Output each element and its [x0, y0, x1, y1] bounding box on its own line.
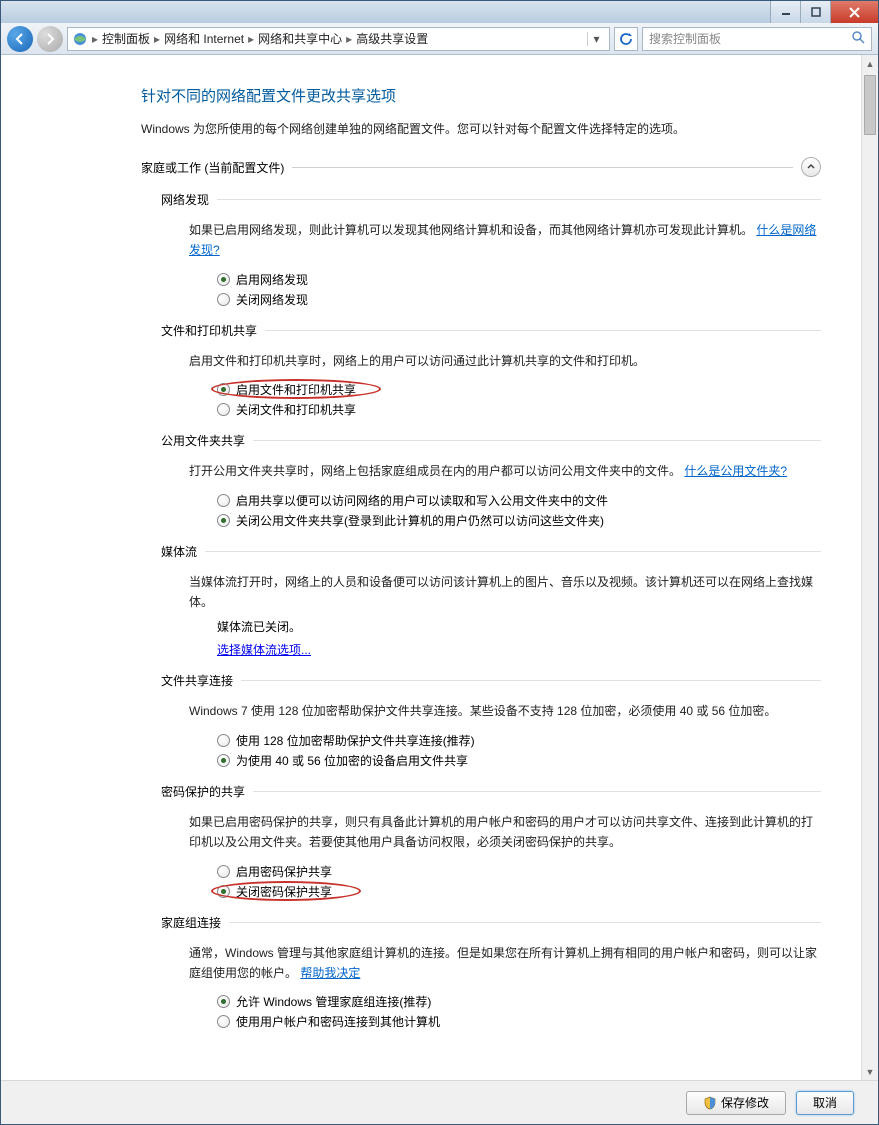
save-label: 保存修改: [721, 1094, 769, 1111]
radio-label: 启用密码保护共享: [236, 863, 332, 880]
section-homegroup: 家庭组连接 通常，Windows 管理与其他家庭组计算机的连接。但是如果您在所有…: [161, 914, 821, 1031]
refresh-button[interactable]: [614, 27, 638, 51]
section-title: 媒体流: [161, 543, 197, 560]
maximize-button[interactable]: [800, 1, 830, 23]
section-title: 文件和打印机共享: [161, 322, 257, 339]
profile-header[interactable]: 家庭或工作 (当前配置文件): [141, 157, 821, 177]
chevron-right-icon: ▸: [246, 32, 256, 46]
radio-password-off[interactable]: [217, 885, 230, 898]
section-media-streaming: 媒体流 当媒体流打开时，网络上的人员和设备便可以访问该计算机上的图片、音乐以及视…: [161, 543, 821, 659]
scroll-down-icon[interactable]: ▼: [862, 1063, 878, 1080]
radio-label: 关闭网络发现: [236, 291, 308, 308]
section-title: 网络发现: [161, 191, 209, 208]
link-what-is-public-folder[interactable]: 什么是公用文件夹?: [684, 464, 787, 478]
section-title: 公用文件夹共享: [161, 432, 245, 449]
scroll-up-icon[interactable]: ▲: [862, 55, 878, 72]
network-icon: [72, 31, 88, 47]
radio-homegroup-manual[interactable]: [217, 1015, 230, 1028]
radio-label: 使用用户帐户和密码连接到其他计算机: [236, 1013, 440, 1030]
section-desc: 如果已启用网络发现，则此计算机可以发现其他网络计算机和设备，而其他网络计算机亦可…: [189, 223, 753, 237]
radio-enc40-56[interactable]: [217, 754, 230, 767]
radio-label: 启用文件和打印机共享: [236, 381, 356, 398]
section-password-protected: 密码保护的共享 如果已启用密码保护的共享，则只有具备此计算机的用户帐户和密码的用…: [161, 783, 821, 900]
radio-homegroup-auto[interactable]: [217, 995, 230, 1008]
footer: 保存修改 取消: [1, 1080, 878, 1124]
radio-enc128[interactable]: [217, 734, 230, 747]
minimize-button[interactable]: [770, 1, 800, 23]
section-title: 文件共享连接: [161, 672, 233, 689]
radio-label: 使用 128 位加密帮助保护文件共享连接(推荐): [236, 732, 475, 749]
chevron-right-icon: ▸: [344, 32, 354, 46]
radio-label: 关闭文件和打印机共享: [236, 401, 356, 418]
radio-label: 关闭密码保护共享: [236, 883, 332, 900]
media-status: 媒体流已关闭。: [217, 618, 821, 635]
section-title: 密码保护的共享: [161, 783, 245, 800]
radio-discovery-off[interactable]: [217, 293, 230, 306]
radio-fileprint-off[interactable]: [217, 403, 230, 416]
link-media-options[interactable]: 选择媒体流选项...: [217, 643, 311, 657]
section-file-sharing-connections: 文件共享连接 Windows 7 使用 128 位加密帮助保护文件共享连接。某些…: [161, 672, 821, 768]
radio-label: 启用网络发现: [236, 271, 308, 288]
titlebar: [1, 1, 878, 23]
scrollbar[interactable]: ▲ ▼: [861, 55, 878, 1080]
navbar: ▸ 控制面板 ▸ 网络和 Internet ▸ 网络和共享中心 ▸ 高级共享设置…: [1, 23, 878, 55]
breadcrumb-item[interactable]: 高级共享设置: [356, 30, 428, 47]
page-title: 针对不同的网络配置文件更改共享选项: [141, 85, 821, 106]
breadcrumb-item[interactable]: 网络和 Internet: [164, 30, 244, 47]
save-button[interactable]: 保存修改: [686, 1091, 786, 1115]
chevron-right-icon: ▸: [90, 32, 100, 46]
chevron-right-icon: ▸: [152, 32, 162, 46]
radio-discovery-on[interactable]: [217, 273, 230, 286]
section-public-folder: 公用文件夹共享 打开公用文件夹共享时，网络上包括家庭组成员在内的用户都可以访问公…: [161, 432, 821, 528]
section-file-printer-sharing: 文件和打印机共享 启用文件和打印机共享时，网络上的用户可以访问通过此计算机共享的…: [161, 322, 821, 418]
radio-label: 允许 Windows 管理家庭组连接(推荐): [236, 993, 431, 1010]
page-intro: Windows 为您所使用的每个网络创建单独的网络配置文件。您可以针对每个配置文…: [141, 120, 821, 137]
breadcrumb-item[interactable]: 网络和共享中心: [258, 30, 342, 47]
content-area: 针对不同的网络配置文件更改共享选项 Windows 为您所使用的每个网络创建单独…: [1, 55, 878, 1080]
close-button[interactable]: [830, 1, 878, 23]
section-desc: 如果已启用密码保护的共享，则只有具备此计算机的用户帐户和密码的用户才可以访问共享…: [189, 815, 813, 849]
collapse-button[interactable]: [801, 157, 821, 177]
window: ▸ 控制面板 ▸ 网络和 Internet ▸ 网络和共享中心 ▸ 高级共享设置…: [0, 0, 879, 1125]
link-help-decide[interactable]: 帮助我决定: [300, 966, 360, 980]
section-desc: Windows 7 使用 128 位加密帮助保护文件共享连接。某些设备不支持 1…: [189, 704, 776, 718]
radio-label: 启用共享以便可以访问网络的用户可以读取和写入公用文件夹中的文件: [236, 492, 608, 509]
radio-label: 为使用 40 或 56 位加密的设备启用文件共享: [236, 752, 468, 769]
breadcrumb-item[interactable]: 控制面板: [102, 30, 150, 47]
profile-label: 家庭或工作 (当前配置文件): [141, 159, 284, 176]
section-desc: 通常，Windows 管理与其他家庭组计算机的连接。但是如果您在所有计算机上拥有…: [189, 946, 817, 980]
cancel-button[interactable]: 取消: [796, 1091, 854, 1115]
radio-label: 关闭公用文件夹共享(登录到此计算机的用户仍然可以访问这些文件夹): [236, 512, 604, 529]
radio-password-on[interactable]: [217, 865, 230, 878]
section-desc: 启用文件和打印机共享时，网络上的用户可以访问通过此计算机共享的文件和打印机。: [189, 354, 645, 368]
back-button[interactable]: [7, 26, 33, 52]
radio-public-on[interactable]: [217, 494, 230, 507]
breadcrumb[interactable]: ▸ 控制面板 ▸ 网络和 Internet ▸ 网络和共享中心 ▸ 高级共享设置…: [67, 27, 610, 51]
shield-icon: [703, 1096, 717, 1110]
radio-public-off[interactable]: [217, 514, 230, 527]
radio-fileprint-on[interactable]: [217, 383, 230, 396]
search-input[interactable]: 搜索控制面板: [642, 27, 872, 51]
cancel-label: 取消: [813, 1094, 837, 1111]
section-desc: 当媒体流打开时，网络上的人员和设备便可以访问该计算机上的图片、音乐以及视频。该计…: [189, 575, 813, 609]
section-desc: 打开公用文件夹共享时，网络上包括家庭组成员在内的用户都可以访问公用文件夹中的文件…: [189, 464, 681, 478]
section-title: 家庭组连接: [161, 914, 221, 931]
breadcrumb-dropdown[interactable]: ▾: [587, 32, 605, 46]
forward-button[interactable]: [37, 26, 63, 52]
content-scroll: 针对不同的网络配置文件更改共享选项 Windows 为您所使用的每个网络创建单独…: [1, 55, 861, 1080]
search-icon: [851, 30, 865, 47]
scroll-thumb[interactable]: [864, 75, 876, 135]
section-network-discovery: 网络发现 如果已启用网络发现，则此计算机可以发现其他网络计算机和设备，而其他网络…: [161, 191, 821, 308]
search-placeholder: 搜索控制面板: [649, 30, 721, 47]
